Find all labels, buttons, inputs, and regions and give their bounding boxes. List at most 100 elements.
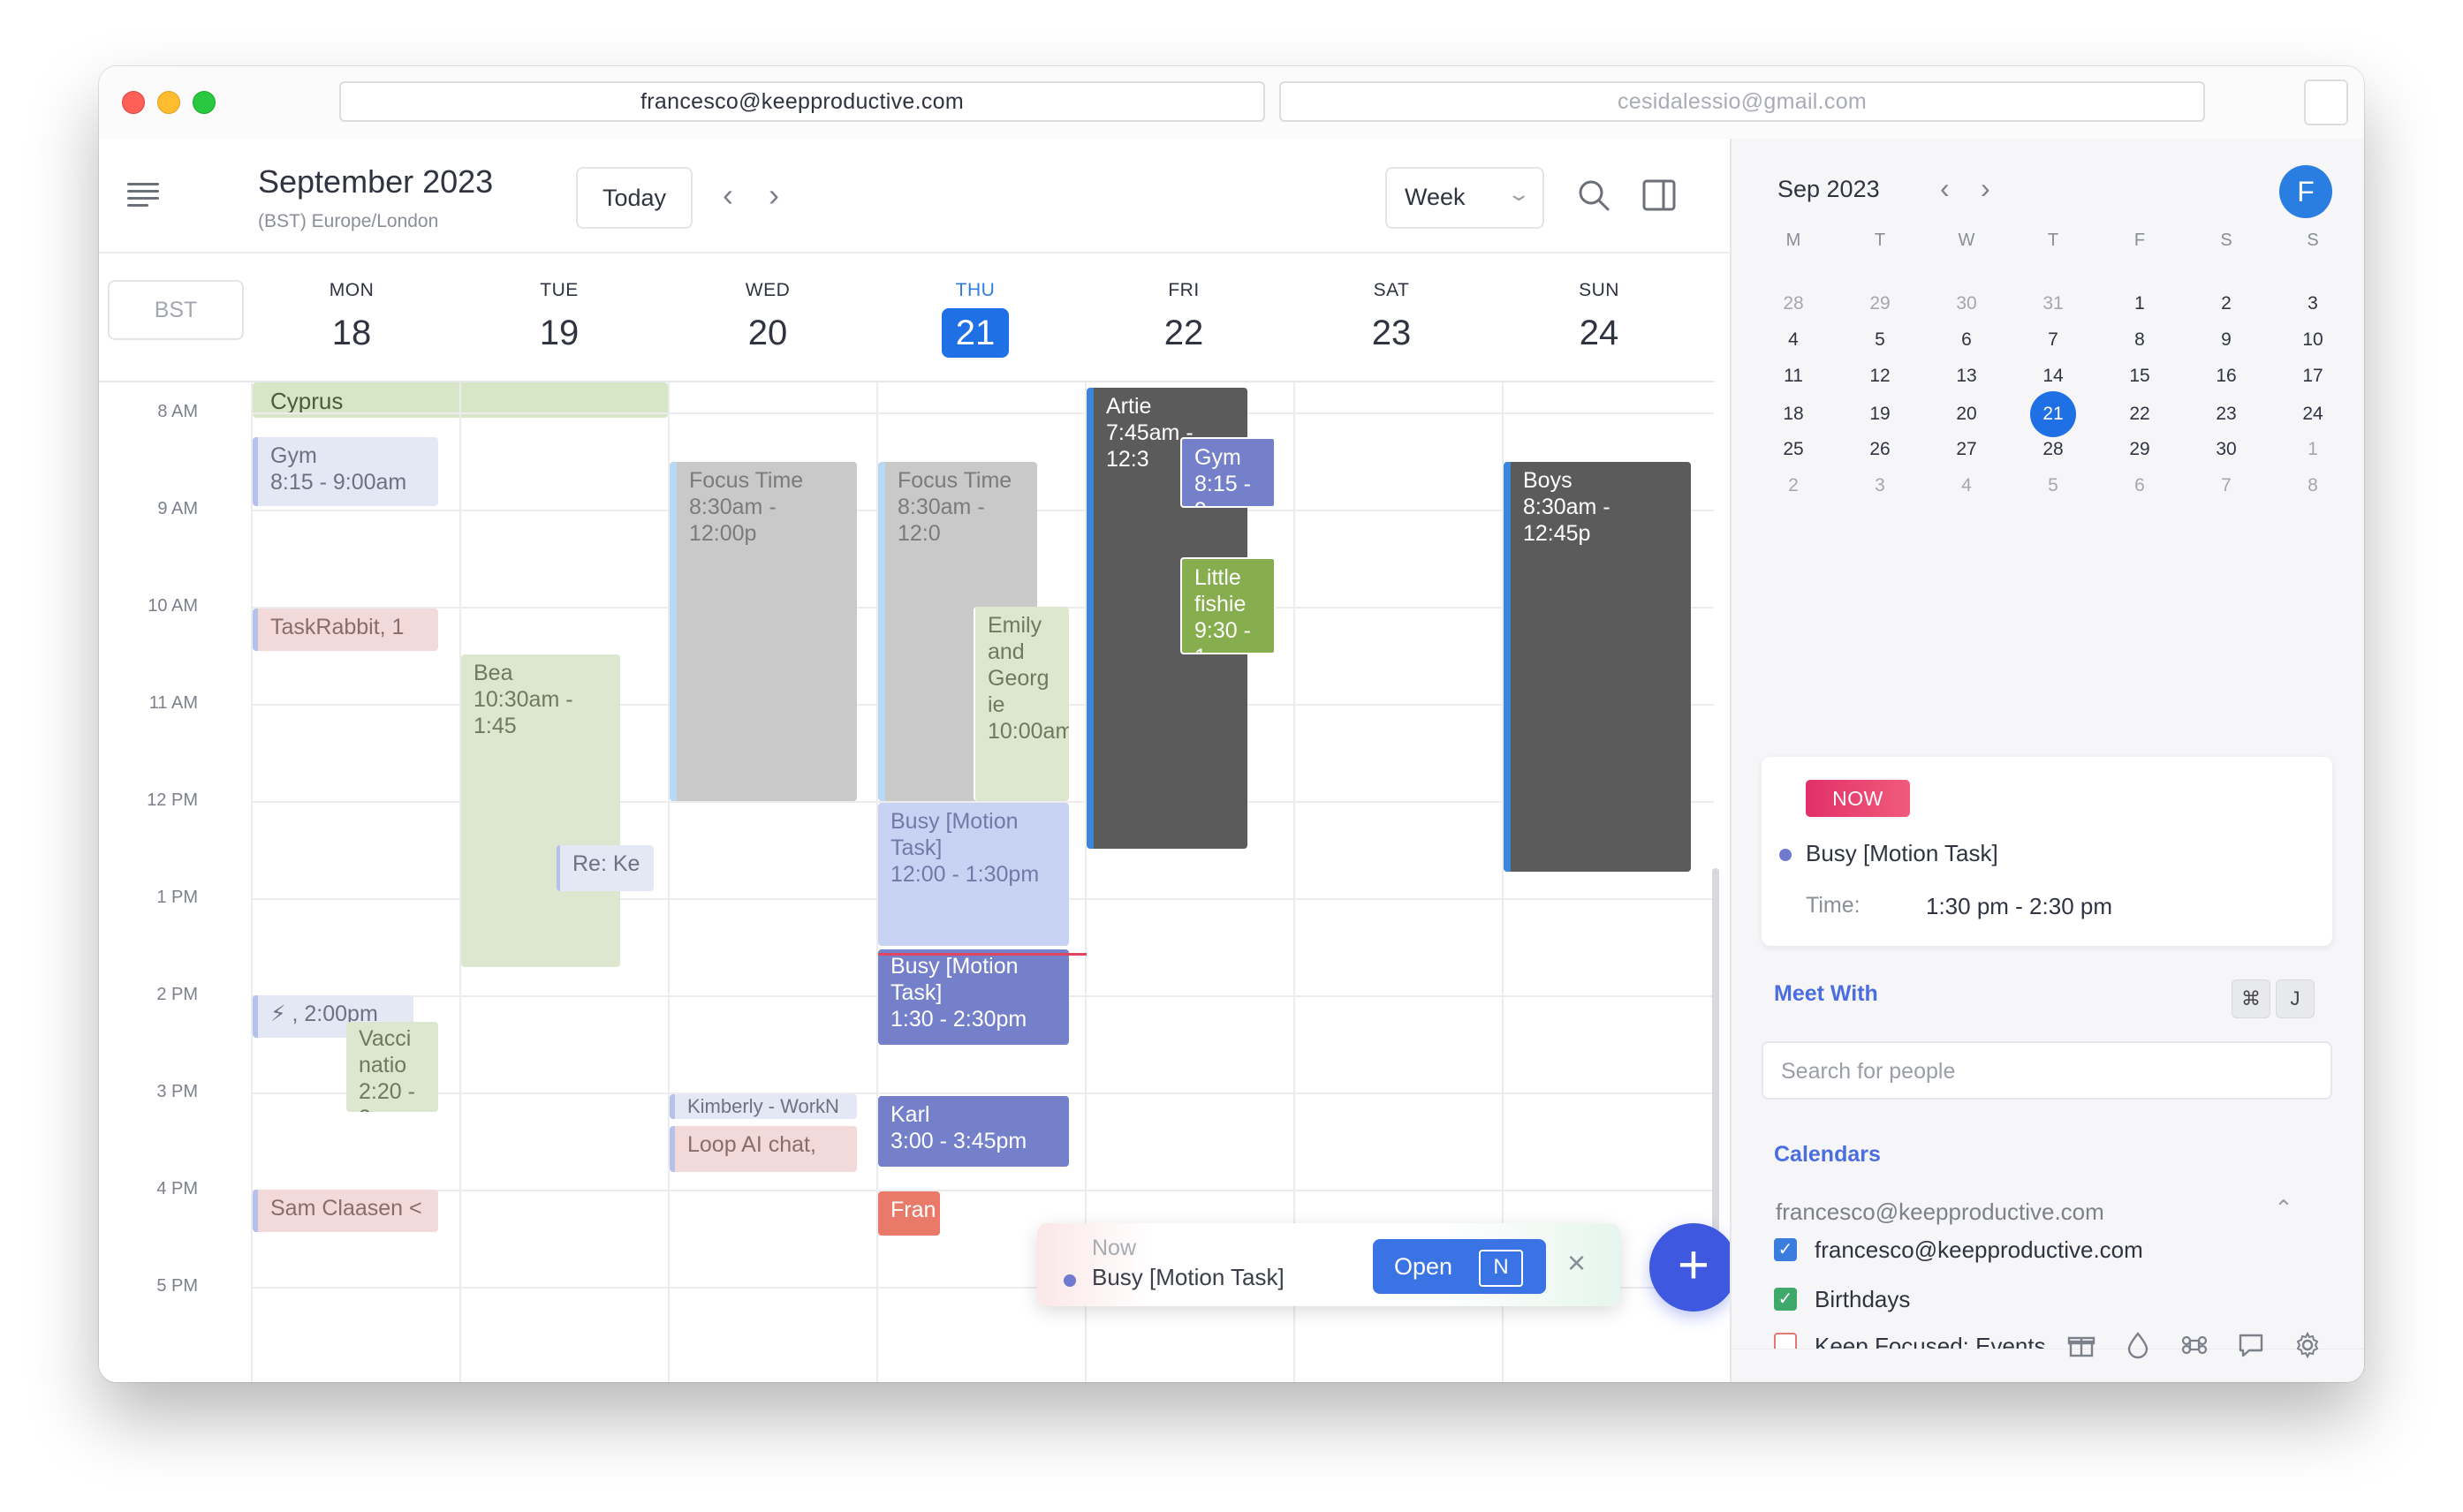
hour-line [253,1190,1714,1191]
mini-calendar-day[interactable]: 7 [2203,463,2249,509]
calendar-account[interactable]: francesco@keepproductive.com [1776,1198,2104,1226]
account-tab-secondary[interactable]: cesidalessio@gmail.com [1279,81,2205,122]
view-select[interactable]: Week ⌄ [1385,167,1544,229]
j-key: J [2276,979,2315,1018]
hour-label: 8 AM [157,402,198,421]
mini-weekday: T [1874,231,1886,250]
calendar-item[interactable]: ✓ Birthdays [1774,1283,1910,1315]
mini-weekday: S [2220,231,2232,250]
calendar-item[interactable]: ✓ francesco@keepproductive.com [1774,1234,2143,1266]
chevron-left-icon[interactable]: ‹ [1940,172,1950,205]
right-sidebar: Sep 2023 ‹ › F M T W T F S S 28 29 30 31 1 2 3… [1730,139,2364,1382]
event-fran[interactable]: Fran [878,1191,940,1236]
now-toast[interactable]: Now Busy [Motion Task] Open N × [1037,1223,1620,1306]
timezone-button[interactable]: BST [108,280,244,340]
day-header-thu-today[interactable]: THU 21 [871,280,1080,358]
checkbox-checked[interactable]: ✓ [1774,1288,1797,1311]
day-header-tue[interactable]: TUE 19 [455,280,663,358]
toast-now-label: Now [1092,1236,1137,1260]
day-header-sat[interactable]: SAT 23 [1287,280,1496,358]
day-header-mon[interactable]: MON 18 [247,280,456,358]
grid-scrollbar[interactable] [1712,868,1719,1257]
close-icon[interactable]: × [1567,1244,1586,1281]
month-title: September 2023 [258,163,494,200]
chevron-up-icon[interactable]: ⌃ [2274,1195,2293,1222]
hour-label: 9 AM [157,499,198,518]
toast-open-button[interactable]: Open N [1373,1239,1546,1294]
sidebar-toggle-icon[interactable] [1641,178,1677,213]
event-emily-georgie[interactable]: Emily and Georg ie 10:00am [974,607,1069,801]
mini-calendar-day[interactable]: 3 [1857,463,1903,509]
event-re-ke[interactable]: Re: Ke [557,845,654,891]
command-icon[interactable] [2180,1331,2209,1359]
event-karl[interactable]: Karl 3:00 - 3:45pm [878,1096,1069,1167]
toast-event-title: Busy [Motion Task] [1092,1264,1285,1290]
event-loop-ai-chat[interactable]: Loop AI chat, [670,1126,857,1172]
current-time-line [878,953,1087,956]
hour-label: 1 PM [156,888,198,907]
app-window: francesco@keepproductive.com cesidalessi… [99,66,2364,1382]
hour-label: 11 AM [148,693,198,713]
hour-line [253,1092,1714,1094]
now-card[interactable]: NOW Busy [Motion Task] Time: 1:30 pm - 2… [1762,757,2332,946]
chevron-down-icon: ⌄ [1505,183,1531,205]
avatar[interactable]: F [2279,165,2332,218]
event-color-dot [1779,849,1792,861]
now-card-time: 1:30 pm - 2:30 pm [1926,893,2112,919]
mini-calendar-day[interactable]: 8 [2290,463,2336,509]
chevron-right-icon[interactable]: › [1981,172,1990,205]
event-taskrabbit[interactable]: TaskRabbit, 1 [253,609,438,651]
chat-icon[interactable] [2237,1331,2265,1359]
hour-label: 4 PM [156,1179,198,1198]
close-window-button[interactable] [122,91,145,114]
event-focus-time-wed[interactable]: Focus Time 8:30am - 12:00p [670,462,857,801]
search-icon[interactable] [1576,178,1611,213]
checkbox-checked[interactable]: ✓ [1774,1238,1797,1261]
now-card-title: Busy [Motion Task] [1806,840,1998,866]
chevron-left-icon[interactable]: ‹ [723,179,733,211]
zoom-window-button[interactable] [193,91,216,114]
new-account-tab-button[interactable] [2304,79,2348,125]
mini-calendar-day[interactable]: 2 [1770,463,1816,509]
settings-gear-icon[interactable] [2293,1331,2322,1359]
search-people-input[interactable]: Search for people [1762,1041,2332,1100]
now-card-time-label: Time: [1806,893,1861,918]
chevron-right-icon[interactable]: › [769,179,779,211]
calendars-title: Calendars [1774,1142,1881,1167]
day-header-fri[interactable]: FRI 22 [1080,280,1288,358]
menu-icon[interactable] [127,183,159,207]
keyboard-shortcut: N [1479,1250,1523,1287]
event-kimberly[interactable]: Kimberly - WorkN [670,1094,857,1119]
event-gym-mon[interactable]: Gym 8:15 - 9:00am [253,437,438,506]
lightbulb-icon-label: Focus Time [689,468,804,493]
account-tab-primary[interactable]: francesco@keepproductive.com [339,81,1265,122]
mini-calendar-day[interactable]: 6 [2117,463,2163,509]
checkbox-unchecked[interactable] [1774,1333,1797,1350]
mini-weekday: W [1958,231,1975,250]
drop-icon[interactable] [2124,1331,2152,1359]
column-divider [251,382,253,1382]
sidebar-bottom-bar [1732,1349,2364,1382]
meet-with-title[interactable]: Meet With [1774,981,1878,1007]
today-button[interactable]: Today [576,167,693,229]
day-header-wed[interactable]: WED 20 [663,280,872,358]
mini-calendar-title: Sep 2023 [1777,176,1880,202]
calendar-item[interactable]: Keep Focused: Events [1774,1333,2046,1350]
event-sam-claasen[interactable]: Sam Claasen < [253,1190,438,1232]
minimize-window-button[interactable] [157,91,180,114]
day-header-sun[interactable]: SUN 24 [1495,280,1703,358]
event-boys[interactable]: Boys 8:30am - 12:45p [1504,462,1691,872]
event-little-fishie[interactable]: Little fishie 9:30 - 1 [1180,557,1276,654]
event-busy-motion-task-2[interactable]: Busy [Motion Task] 1:30 - 2:30pm [878,949,1069,1045]
add-event-button[interactable]: + [1649,1223,1738,1312]
event-vaccination[interactable]: Vacci natio 2:20 - 3 [346,1022,438,1112]
calendar-main: September 2023 (BST) Europe/London Today… [99,139,1730,1382]
event-bea[interactable]: Bea 10:30am - 1:45 [461,654,620,967]
gift-icon[interactable] [2067,1331,2095,1359]
mini-calendar-day[interactable]: 4 [1944,463,1989,509]
day-header-row: BST MON 18 TUE 19 WED 20 THU 21 FRI 22 S… [99,252,1730,418]
event-gym-fri[interactable]: Gym 8:15 - 9 [1180,437,1276,508]
mini-calendar-day[interactable]: 5 [2030,463,2076,509]
view-select-value: Week [1405,184,1466,210]
event-busy-motion-task-1[interactable]: Busy [Motion Task] 12:00 - 1:30pm [878,803,1069,946]
